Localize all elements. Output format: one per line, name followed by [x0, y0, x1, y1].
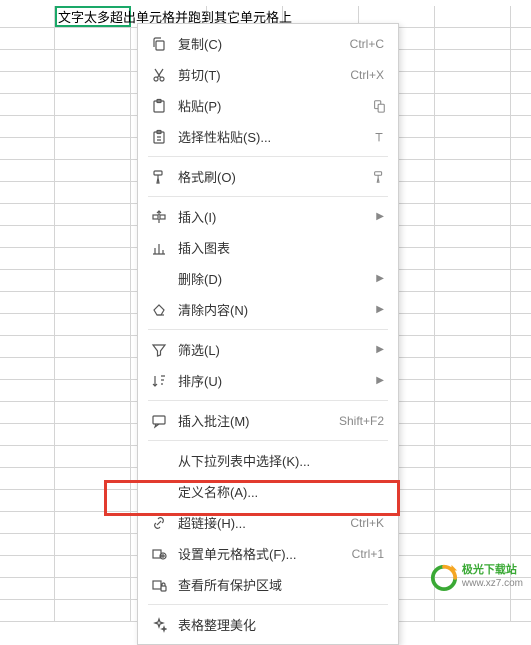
- format-cells-icon: [148, 546, 170, 562]
- brush-extra-icon: [370, 170, 388, 184]
- submenu-arrow-icon: ▶: [376, 375, 388, 386]
- menu-label: 格式刷(O): [170, 167, 370, 186]
- menu-view-protected[interactable]: 查看所有保护区域: [138, 569, 398, 600]
- menu-label: 超链接(H)...: [170, 513, 350, 532]
- menu-table-tools[interactable]: 表格整理美化: [138, 609, 398, 640]
- menu-hyperlink[interactable]: 超链接(H)... Ctrl+K: [138, 507, 398, 538]
- sort-icon: [148, 373, 170, 389]
- menu-divider: [148, 329, 388, 330]
- watermark-url: www.xz7.com: [462, 578, 523, 590]
- paste-icon: [148, 98, 170, 114]
- cut-icon: [148, 67, 170, 83]
- menu-shortcut: Shift+F2: [339, 414, 388, 428]
- menu-shortcut: Ctrl+C: [350, 37, 388, 51]
- menu-divider: [148, 400, 388, 401]
- menu-format-painter[interactable]: 格式刷(O): [138, 161, 398, 192]
- menu-label: 复制(C): [170, 34, 350, 53]
- submenu-arrow-icon: ▶: [376, 273, 388, 284]
- chart-icon: [148, 240, 170, 256]
- menu-label: 查看所有保护区域: [170, 575, 388, 594]
- menu-insert-comment[interactable]: 插入批注(M) Shift+F2: [138, 405, 398, 436]
- watermark: 极光下载站 www.xz7.com: [430, 563, 523, 591]
- insert-icon: [148, 209, 170, 225]
- lock-icon: [148, 577, 170, 593]
- submenu-arrow-icon: ▶: [376, 211, 388, 222]
- menu-divider: [148, 440, 388, 441]
- menu-label: 粘贴(P): [170, 96, 370, 115]
- menu-shortcut: Ctrl+X: [350, 68, 388, 82]
- menu-label: 排序(U): [170, 371, 376, 390]
- menu-insert-chart[interactable]: 插入图表: [138, 232, 398, 263]
- paste-extra-icon: [370, 99, 388, 113]
- copy-icon: [148, 36, 170, 52]
- submenu-arrow-icon: ▶: [376, 344, 388, 355]
- text-extra-icon: [370, 130, 388, 144]
- menu-shortcut: Ctrl+1: [352, 547, 388, 561]
- menu-label: 筛选(L): [170, 340, 376, 359]
- menu-paste[interactable]: 粘贴(P): [138, 90, 398, 121]
- watermark-name: 极光下载站: [462, 564, 523, 577]
- menu-clear[interactable]: 清除内容(N) ▶: [138, 294, 398, 325]
- menu-label: 从下拉列表中选择(K)...: [170, 451, 388, 470]
- menu-label: 插入(I): [170, 207, 376, 226]
- menu-format-cells[interactable]: 设置单元格格式(F)... Ctrl+1: [138, 538, 398, 569]
- menu-label: 表格整理美化: [170, 615, 388, 634]
- watermark-logo-icon: [430, 563, 458, 591]
- comment-icon: [148, 413, 170, 429]
- menu-divider: [148, 604, 388, 605]
- menu-label: 删除(D): [170, 269, 376, 288]
- menu-divider: [148, 156, 388, 157]
- menu-label: 选择性粘贴(S)...: [170, 127, 370, 146]
- menu-insert[interactable]: 插入(I) ▶: [138, 201, 398, 232]
- menu-label: 插入批注(M): [170, 411, 339, 430]
- hyperlink-icon: [148, 515, 170, 531]
- menu-label: 剪切(T): [170, 65, 350, 84]
- sparkle-icon: [148, 617, 170, 633]
- filter-icon: [148, 342, 170, 358]
- menu-label: 定义名称(A)...: [170, 482, 388, 501]
- menu-cut[interactable]: 剪切(T) Ctrl+X: [138, 59, 398, 90]
- format-painter-icon: [148, 169, 170, 185]
- menu-label: 插入图表: [170, 238, 388, 257]
- menu-shortcut: Ctrl+K: [350, 516, 388, 530]
- submenu-arrow-icon: ▶: [376, 304, 388, 315]
- menu-pick-list[interactable]: 从下拉列表中选择(K)...: [138, 445, 398, 476]
- menu-label: 清除内容(N): [170, 300, 376, 319]
- paste-special-icon: [148, 129, 170, 145]
- menu-delete[interactable]: 删除(D) ▶: [138, 263, 398, 294]
- menu-sort[interactable]: 排序(U) ▶: [138, 365, 398, 396]
- menu-paste-special[interactable]: 选择性粘贴(S)...: [138, 121, 398, 152]
- menu-filter[interactable]: 筛选(L) ▶: [138, 334, 398, 365]
- menu-define-name[interactable]: 定义名称(A)...: [138, 476, 398, 507]
- clear-icon: [148, 302, 170, 318]
- menu-copy[interactable]: 复制(C) Ctrl+C: [138, 28, 398, 59]
- menu-label: 设置单元格格式(F)...: [170, 544, 352, 563]
- menu-divider: [148, 196, 388, 197]
- context-menu: 复制(C) Ctrl+C 剪切(T) Ctrl+X 粘贴(P) 选择性粘贴(S)…: [137, 23, 399, 645]
